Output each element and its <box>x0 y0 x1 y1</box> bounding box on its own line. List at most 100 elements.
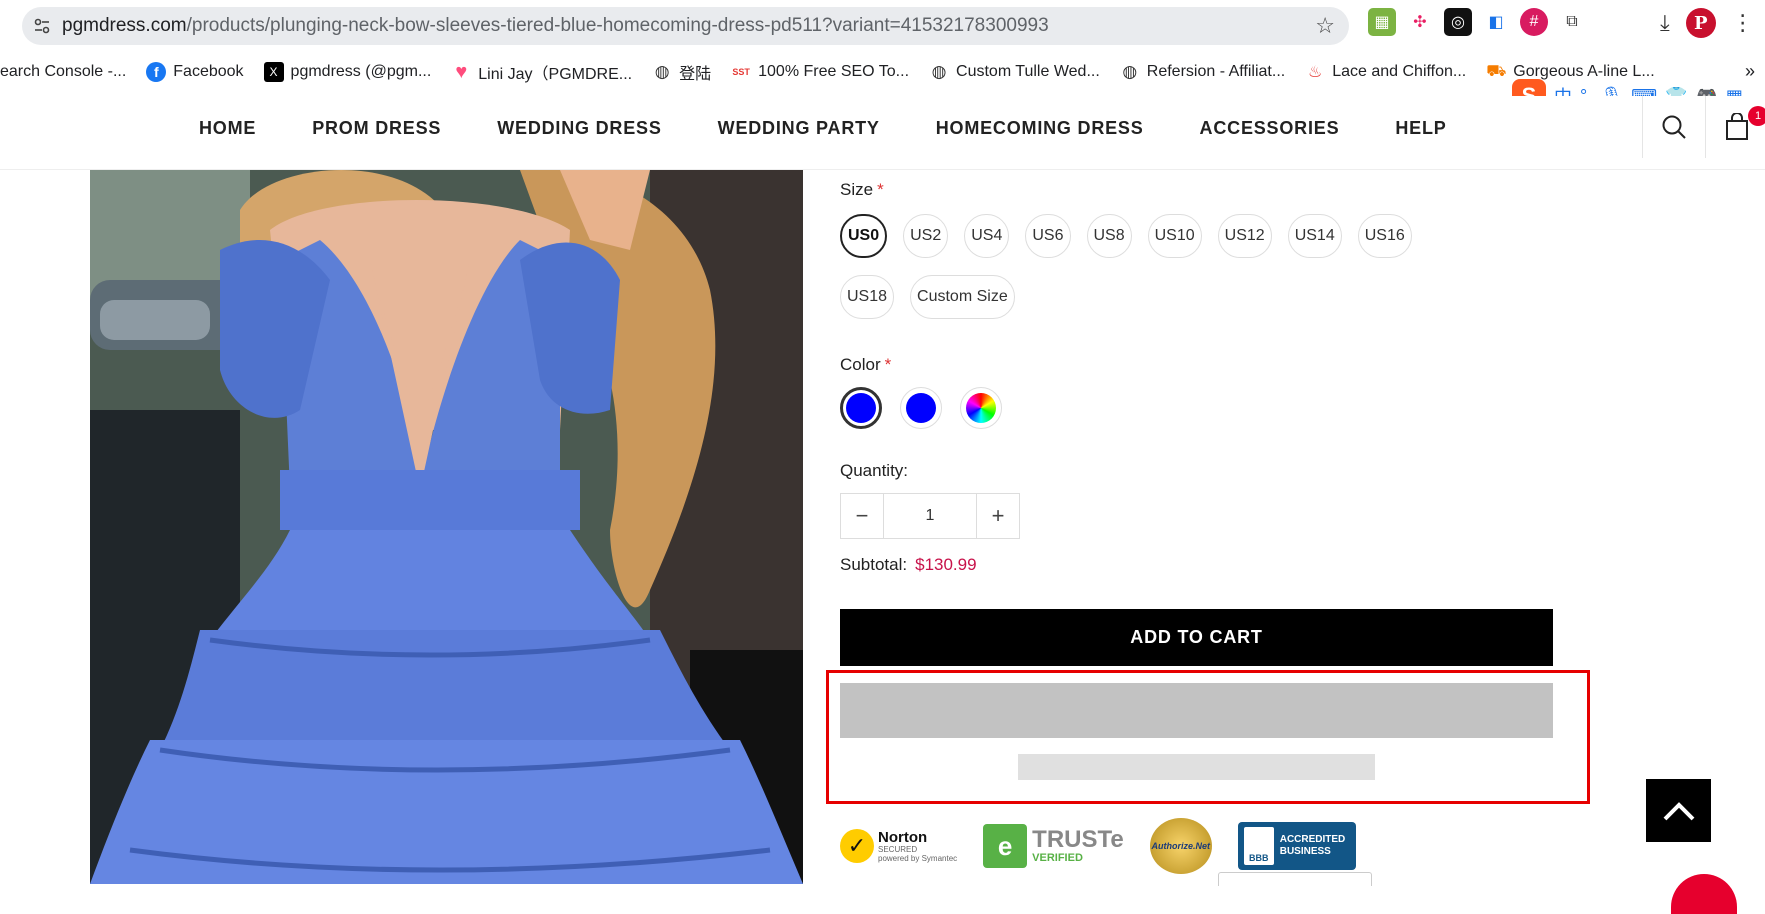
increase-quantity-button[interactable]: + <box>977 494 1019 538</box>
bbb-accredited-badge[interactable]: BBB ACCREDITED BUSINESS <box>1237 822 1356 870</box>
back-to-top-button[interactable] <box>1646 779 1711 842</box>
color-swatch-blue[interactable] <box>900 387 942 429</box>
profile-avatar[interactable]: P <box>1685 8 1716 38</box>
nav-item-prom-dress[interactable]: PROM DRESS <box>312 118 441 139</box>
nav-item-home[interactable]: HOME <box>199 118 256 139</box>
bookmark-label: earch Console -... <box>0 63 127 80</box>
bookmark-label: Custom Tulle Wed... <box>956 63 1100 80</box>
bookmark-free-seo[interactable]: SST 100% Free SEO To... <box>731 62 909 82</box>
extension-hashtag-icon[interactable]: # <box>1520 8 1548 36</box>
bookmark-lini-jay[interactable]: ♥ Lini Jay（PGMDRE... <box>451 60 632 84</box>
chat-widget-button[interactable] <box>1671 874 1737 914</box>
x-icon: X <box>263 62 284 82</box>
trust-badges: ✓ Norton SECURED powered by Symantec e T… <box>840 818 1356 874</box>
size-option-us16[interactable]: US16 <box>1357 214 1412 258</box>
url-text[interactable]: pgmdress.com/products/plunging-neck-bow-… <box>62 15 1049 37</box>
color-swatch-blue-selected[interactable] <box>840 387 882 429</box>
bookmarks-bar: earch Console -... f Facebook Xpgmdress (… <box>0 52 1765 92</box>
bookmark-facebook[interactable]: f Facebook <box>146 62 244 82</box>
main-menu: HOME PROM DRESS WEDDING DRESS WEDDING PA… <box>199 118 1447 139</box>
sst-icon: SST <box>732 67 750 77</box>
flame-icon: ♨ <box>1308 64 1323 81</box>
bookmark-lace-chiffon[interactable]: ♨ Lace and Chiffon... <box>1305 62 1466 82</box>
extension-seo-icon[interactable]: ▦ <box>1368 8 1396 36</box>
quantity-input[interactable] <box>883 494 977 538</box>
menu-kebab-icon[interactable]: ⋮ <box>1732 10 1754 36</box>
color-label-text: Color <box>840 355 881 374</box>
nav-item-accessories[interactable]: ACCESSORIES <box>1200 118 1340 139</box>
bbb-logo-icon: BBB <box>1243 827 1274 865</box>
extensions-puzzle-icon[interactable]: ⧉ <box>1558 8 1586 36</box>
site-navigation: HOME PROM DRESS WEDDING DRESS WEDDING PA… <box>0 96 1765 170</box>
bookmark-star-icon[interactable]: ☆ <box>1315 13 1335 39</box>
facebook-icon: f <box>146 62 167 82</box>
size-label-text: Size <box>840 180 874 199</box>
truste-logo-icon: e <box>983 824 1028 868</box>
cart-button[interactable]: 1 <box>1706 96 1765 158</box>
browser-toolbar: pgmdress.com/products/plunging-neck-bow-… <box>0 0 1765 50</box>
size-selector: US0 US2 US4 US6 US8 US10 US12 US14 US16 … <box>840 214 1440 319</box>
cart-count-badge: 1 <box>1748 106 1765 126</box>
url-domain: pgmdress.com <box>62 15 187 36</box>
truste-verified-badge[interactable]: e TRUSTe VERIFIED <box>983 824 1124 868</box>
product-main-image[interactable] <box>90 170 803 884</box>
nav-item-wedding-party[interactable]: WEDDING PARTY <box>718 118 880 139</box>
globe-icon: ◍ <box>931 62 947 81</box>
size-option-us8[interactable]: US8 <box>1086 214 1132 258</box>
truste-sub: VERIFIED <box>1032 852 1083 864</box>
globe-icon: ◍ <box>1122 62 1138 81</box>
extension-tab-icon[interactable]: ◧ <box>1482 8 1510 36</box>
size-option-us18[interactable]: US18 <box>840 275 895 319</box>
downloads-icon[interactable]: ⤓ <box>1660 10 1670 36</box>
bookmark-label: Facebook <box>173 63 244 80</box>
add-to-cart-button[interactable]: ADD TO CART <box>840 609 1553 666</box>
authorize-net-seal[interactable]: Authorize.Net <box>1149 818 1212 874</box>
quantity-label: Quantity: <box>840 461 909 480</box>
color-selector <box>840 387 1600 429</box>
norton-secured-badge[interactable]: ✓ Norton SECURED powered by Symantec <box>840 829 957 863</box>
product-options-panel: Size * US0 US2 US4 US6 US8 US10 US12 US14… <box>840 170 1600 666</box>
bookmark-login[interactable]: ◍ 登陆 <box>652 60 711 84</box>
truste-title: TRUSTe <box>1032 826 1124 853</box>
size-option-us10[interactable]: US10 <box>1147 214 1202 258</box>
bookmark-label: Lini Jay（PGMDRE... <box>478 66 633 83</box>
product-photo <box>90 170 803 884</box>
bookmarks-overflow-icon[interactable]: » <box>1745 61 1755 82</box>
norton-sub: SECURED <box>878 844 918 854</box>
extension-pinwheel-icon[interactable]: ✣ <box>1406 8 1434 36</box>
color-swatch-multicolor[interactable] <box>960 387 1002 429</box>
size-option-us2[interactable]: US2 <box>903 214 949 258</box>
nav-item-help[interactable]: HELP <box>1395 118 1446 139</box>
norton-title: Norton <box>878 828 928 846</box>
chevron-up-icon <box>1663 801 1694 820</box>
color-dot <box>906 393 936 423</box>
search-button[interactable] <box>1643 96 1705 158</box>
search-icon <box>1662 115 1686 139</box>
address-bar[interactable]: pgmdress.com/products/plunging-neck-bow-… <box>22 7 1349 45</box>
size-option-us6[interactable]: US6 <box>1025 214 1071 258</box>
shopping-bag-icon <box>1726 113 1748 140</box>
size-option-us0[interactable]: US0 <box>840 214 888 258</box>
bookmark-label: Lace and Chiffon... <box>1332 63 1467 80</box>
bookmark-custom-tulle[interactable]: ◍ Custom Tulle Wed... <box>929 62 1100 82</box>
subtotal-label: Subtotal: <box>840 555 908 574</box>
decrease-quantity-button[interactable]: − <box>841 494 883 538</box>
size-option-us12[interactable]: US12 <box>1217 214 1272 258</box>
rainbow-color-dot <box>966 393 996 423</box>
size-option-us4[interactable]: US4 <box>964 214 1010 258</box>
bbb-line1: ACCREDITED <box>1279 834 1346 845</box>
nav-item-wedding-dress[interactable]: WEDDING DRESS <box>497 118 661 139</box>
nav-item-homecoming-dress[interactable]: HOMECOMING DRESS <box>936 118 1144 139</box>
bookmark-search-console[interactable]: earch Console -... <box>0 63 126 81</box>
required-mark: * <box>884 355 892 374</box>
size-option-custom[interactable]: Custom Size <box>910 275 1015 319</box>
extension-chatgpt-icon[interactable]: ◎ <box>1444 8 1472 36</box>
size-option-us14[interactable]: US14 <box>1287 214 1342 258</box>
toolbar-right: ⤓ P ⋮ <box>1660 8 1754 38</box>
heart-icon: ♥ <box>455 60 468 83</box>
highlight-annotation-box <box>826 670 1590 804</box>
bookmark-x-pgmdress[interactable]: Xpgmdress (@pgm... <box>263 62 431 82</box>
bookmark-refersion[interactable]: ◍ Refersion - Affiliat... <box>1120 62 1285 82</box>
bookmark-label: 100% Free SEO To... <box>758 63 910 80</box>
site-info-icon[interactable] <box>22 7 62 45</box>
